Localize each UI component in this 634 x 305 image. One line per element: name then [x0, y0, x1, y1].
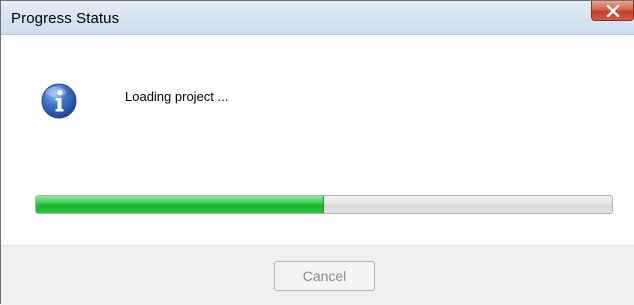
window-title: Progress Status	[11, 10, 120, 27]
dialog-footer: Cancel	[1, 245, 634, 305]
status-message: Loading project ...	[125, 89, 229, 104]
cancel-button[interactable]: Cancel	[274, 261, 375, 291]
title-bar[interactable]: Progress Status	[1, 1, 634, 35]
progress-dialog: Progress Status Loading project ... Canc…	[0, 0, 634, 305]
close-button[interactable]	[591, 1, 634, 21]
info-icon	[41, 83, 77, 119]
progress-bar	[35, 195, 613, 214]
close-icon	[606, 4, 619, 17]
progress-bar-fill	[36, 196, 324, 213]
dialog-content: Loading project ...	[1, 35, 634, 245]
